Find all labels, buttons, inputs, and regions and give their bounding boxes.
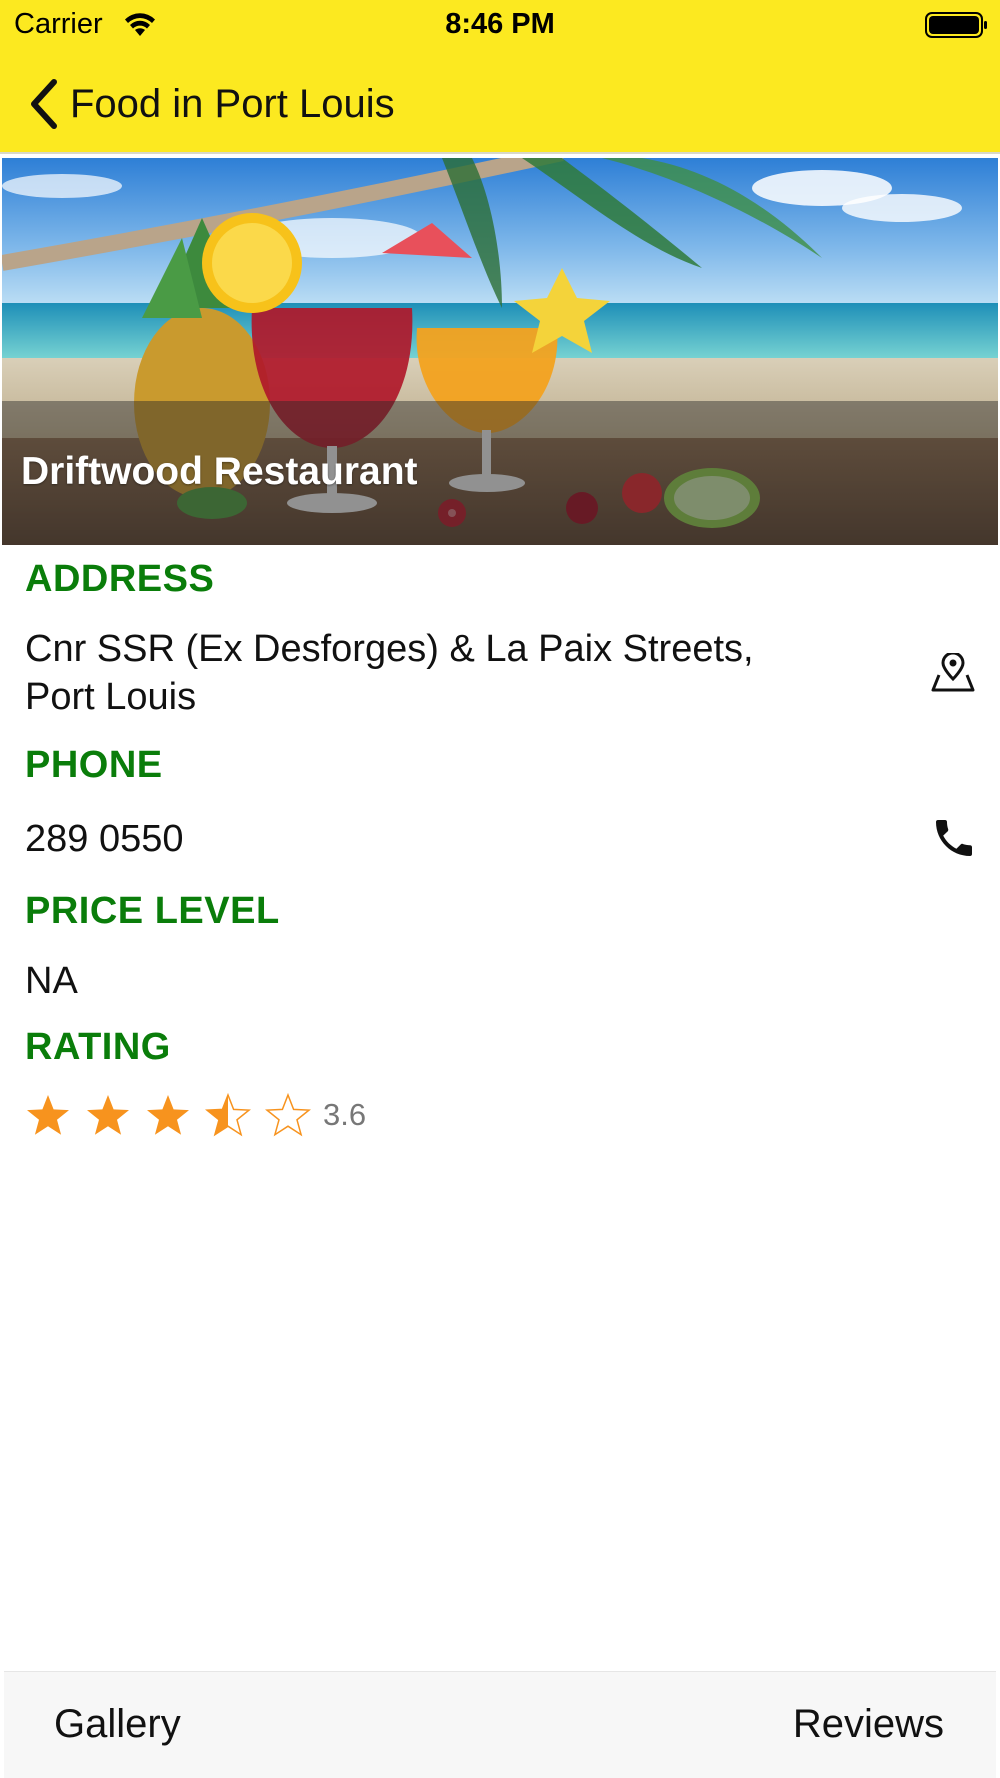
battery-icon bbox=[925, 12, 987, 38]
address-heading: ADDRESS bbox=[25, 558, 215, 600]
phone-value[interactable]: 289 0550 bbox=[25, 815, 184, 863]
status-bar: Carrier 8:46 PM bbox=[0, 0, 1000, 52]
star-rating: 3.6 bbox=[25, 1090, 366, 1140]
navigation-bar: Food in Port Louis bbox=[0, 52, 1000, 152]
star-full-icon bbox=[27, 1095, 69, 1135]
address-line-1: Cnr SSR (Ex Desforges) & La Paix Streets… bbox=[25, 628, 754, 670]
price-level-heading: PRICE LEVEL bbox=[25, 890, 280, 932]
top-bar: Carrier 8:46 PM Food in Port Louis bbox=[0, 0, 1000, 154]
back-button-label: Food in Port Louis bbox=[70, 81, 395, 126]
reviews-button[interactable]: Reviews bbox=[793, 1702, 944, 1747]
phone-icon[interactable] bbox=[930, 814, 978, 862]
gallery-button[interactable]: Gallery bbox=[54, 1702, 181, 1747]
rating-heading: RATING bbox=[25, 1026, 171, 1068]
back-button[interactable]: Food in Port Louis bbox=[26, 76, 395, 132]
phone-heading: PHONE bbox=[25, 744, 163, 786]
status-time: 8:46 PM bbox=[445, 8, 555, 40]
restaurant-name: Driftwood Restaurant bbox=[21, 450, 418, 493]
chevron-left-icon bbox=[31, 79, 57, 129]
price-level-value: NA bbox=[25, 960, 78, 1002]
star-full-icon bbox=[147, 1095, 189, 1135]
rating-value: 3.6 bbox=[323, 1097, 367, 1132]
restaurant-photo: Driftwood Restaurant bbox=[2, 158, 998, 545]
address-value: Cnr SSR (Ex Desforges) & La Paix Streets… bbox=[25, 625, 754, 721]
star-full-icon bbox=[87, 1095, 129, 1135]
star-half-icon bbox=[205, 1092, 251, 1137]
bottom-toolbar: Gallery Reviews bbox=[4, 1671, 996, 1778]
star-empty-icon bbox=[265, 1092, 311, 1137]
address-line-2: Port Louis bbox=[25, 676, 197, 718]
map-pin-icon[interactable] bbox=[930, 653, 976, 693]
